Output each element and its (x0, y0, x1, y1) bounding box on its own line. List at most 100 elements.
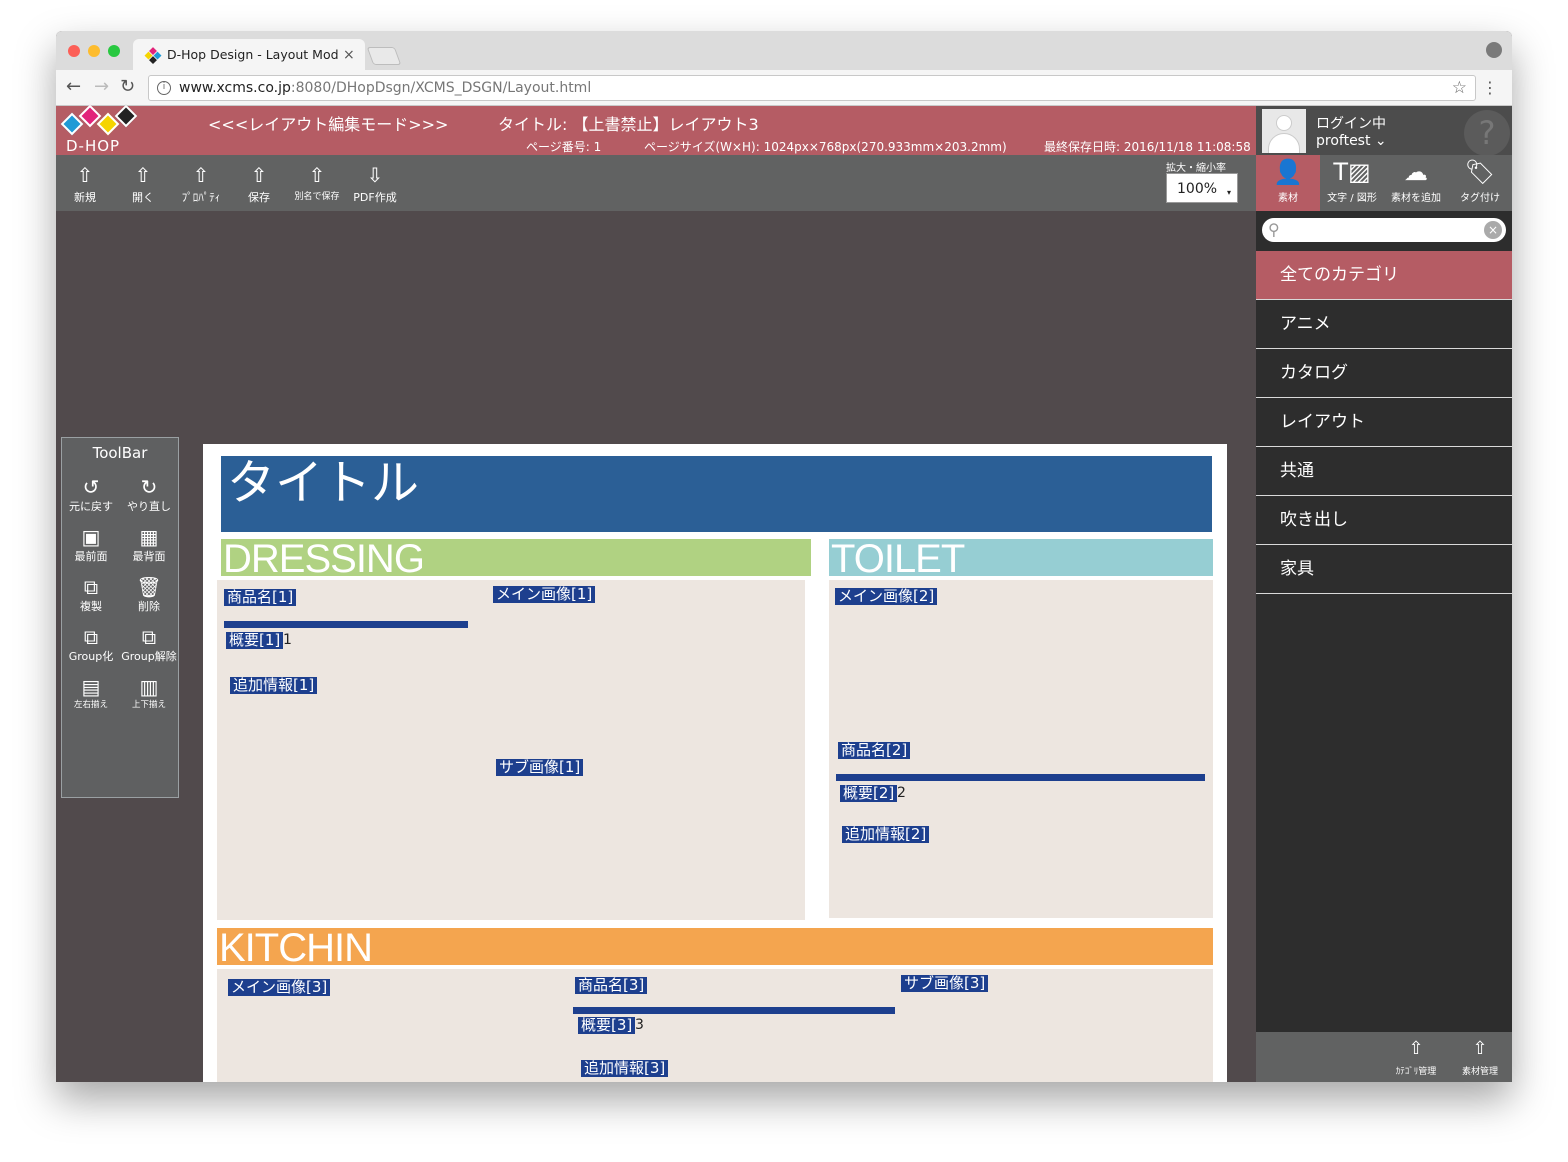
category-speech-bubble[interactable]: 吹き出し (1256, 496, 1512, 545)
layout-page[interactable]: タイトル DRESSING 商品名[1] 概要[1] 1 追加情報[1] メイン… (203, 444, 1227, 1082)
toilet-product-name[interactable]: 商品名[2] (838, 742, 911, 759)
dressing-extra-info[interactable]: 追加情報[1] (230, 677, 318, 694)
browser-tab[interactable]: D-Hop Design - Layout Mode × (133, 39, 365, 70)
last-saved: 最終保存日時: 2016/11/18 11:08:58 (1044, 140, 1251, 154)
redo-button[interactable]: ↻ やり直し (120, 476, 178, 514)
new-button[interactable]: ⇧ 新規 (56, 165, 114, 205)
minimize-window-button[interactable] (88, 45, 100, 57)
upload-arrow-icon: ⇧ (250, 163, 268, 187)
dressing-body[interactable]: 商品名[1] 概要[1] 1 追加情報[1] メイン画像[1] サブ画像[1] (217, 580, 805, 920)
upload-arrow-icon: ⇧ (76, 163, 94, 187)
user-menu[interactable]: proftest ⌄ (1316, 133, 1387, 149)
category-manage-button[interactable]: ⇧ ｶﾃｺﾞﾘ管理 (1386, 1038, 1446, 1077)
toilet-extra-info[interactable]: 追加情報[2] (842, 826, 930, 843)
browser-tab-strip: D-Hop Design - Layout Mode × (56, 31, 1512, 70)
kitchin-divider-bar[interactable] (573, 1007, 895, 1014)
upload-arrow-icon: ⇧ (1408, 1038, 1424, 1059)
send-to-back-button[interactable]: ▦ 最背面 (120, 526, 178, 564)
browser-menu-icon[interactable]: ⋮ (1482, 78, 1498, 97)
tab-close-icon[interactable]: × (343, 47, 355, 63)
asset-search-input[interactable]: ⚲ × (1262, 218, 1506, 242)
send-back-icon: ▦ (139, 525, 159, 549)
undo-icon: ↺ (82, 475, 100, 499)
kitchin-heading[interactable]: KITCHIN (217, 928, 1213, 968)
kitchin-summary[interactable]: 概要[3] (578, 1017, 636, 1034)
close-window-button[interactable] (68, 45, 80, 57)
kitchin-main-image[interactable]: メイン画像[3] (228, 979, 331, 996)
avatar (1262, 109, 1306, 153)
create-pdf-button[interactable]: ⇩ PDF作成 (346, 165, 404, 205)
category-all[interactable]: 全てのカテゴリ (1256, 251, 1512, 300)
download-arrow-icon: ⇩ (366, 163, 384, 187)
kitchin-sub-image[interactable]: サブ画像[3] (901, 975, 989, 992)
bring-to-front-button[interactable]: ▣ 最前面 (62, 526, 120, 564)
tab-text-shapes[interactable]: T▨ 文字 / 図形 (1320, 155, 1384, 211)
toilet-body[interactable]: メイン画像[2] 商品名[2] 概要[2] 2 追加情報[2] (829, 580, 1213, 918)
maximize-window-button[interactable] (108, 45, 120, 57)
url-path: :8080/DHopDsgn/XCMS_DSGN/Layout.html (290, 80, 592, 96)
chevron-down-icon: ▾ (1226, 188, 1231, 197)
site-info-icon[interactable]: i (157, 81, 171, 95)
ungroup-icon: ⧉ (141, 625, 157, 649)
redo-icon: ↻ (140, 475, 158, 499)
align-top-icon: ▥ (139, 675, 159, 699)
category-catalog[interactable]: カタログ (1256, 349, 1512, 398)
properties-button[interactable]: ⇧ ﾌﾟﾛﾊﾟﾃｨ (172, 165, 230, 205)
title-block[interactable]: タイトル (221, 456, 1212, 532)
duplicate-icon: ⧉ (83, 575, 99, 599)
ungroup-button[interactable]: ⧉ Group解除 (120, 626, 178, 664)
main-toolbar: ⇧ 新規 ⇧ 開く ⇧ ﾌﾟﾛﾊﾟﾃｨ ⇧ 保存 ⇧ 別名で保存 ⇩ PDF作成 (56, 155, 1256, 211)
category-layout[interactable]: レイアウト (1256, 398, 1512, 447)
dressing-product-name[interactable]: 商品名[1] (224, 589, 297, 606)
reload-icon[interactable]: ↻ (120, 76, 135, 97)
undo-button[interactable]: ↺ 元に戻す (62, 476, 120, 514)
trash-icon: 🗑 (136, 575, 162, 599)
save-as-button[interactable]: ⇧ 別名で保存 (288, 165, 346, 202)
tab-add-asset[interactable]: ☁ 素材を追加 (1384, 155, 1448, 211)
url-input[interactable]: i www.xcms.co.jp:8080/DHopDsgn/XCMS_DSGN… (148, 75, 1476, 101)
help-icon[interactable]: ? (1464, 110, 1510, 156)
floating-toolbar[interactable]: ToolBar ↺ 元に戻す ↻ やり直し ▣ 最前面 ▦ 最背面 ⧉ 複製 🗑… (61, 437, 179, 798)
clear-search-icon[interactable]: × (1484, 221, 1502, 239)
category-common[interactable]: 共通 (1256, 447, 1512, 496)
tab-tagging[interactable]: 🏷 タグ付け (1448, 155, 1512, 211)
upload-arrow-icon: ⇧ (192, 163, 210, 187)
search-icon: ⚲ (1268, 220, 1280, 239)
align-horizontal-button[interactable]: ▤ 左右揃え (62, 676, 120, 710)
bring-front-icon: ▣ (81, 525, 101, 549)
back-arrow-icon[interactable]: ← (66, 76, 81, 97)
align-vertical-button[interactable]: ▥ 上下揃え (120, 676, 178, 710)
browser-profile-icon[interactable] (1486, 42, 1502, 58)
toilet-summary[interactable]: 概要[2] (840, 785, 898, 802)
login-state: ログイン中 (1316, 116, 1386, 132)
forward-arrow-icon[interactable]: → (94, 76, 109, 97)
new-tab-button[interactable] (366, 47, 402, 65)
kitchin-body[interactable]: メイン画像[3] 商品名[3] 概要[3] 3 追加情報[3] サブ画像[3] (217, 969, 1213, 1082)
dressing-divider-bar[interactable] (224, 621, 468, 628)
save-button[interactable]: ⇧ 保存 (230, 165, 288, 205)
category-anime[interactable]: アニメ (1256, 300, 1512, 349)
toilet-divider-bar[interactable] (836, 774, 1205, 781)
kitchin-extra-info[interactable]: 追加情報[3] (581, 1060, 669, 1077)
dressing-main-image[interactable]: メイン画像[1] (493, 586, 596, 603)
delete-button[interactable]: 🗑 削除 (120, 576, 178, 614)
dressing-heading[interactable]: DRESSING (221, 539, 811, 579)
zoom-select[interactable]: 100% ▾ (1166, 173, 1238, 203)
dressing-summary-trail: 1 (283, 632, 292, 648)
open-button[interactable]: ⇧ 開く (114, 165, 172, 205)
dhop-logo: D-HOP (58, 104, 142, 155)
toilet-main-image[interactable]: メイン画像[2] (835, 588, 938, 605)
design-canvas[interactable]: ToolBar ↺ 元に戻す ↻ やり直し ▣ 最前面 ▦ 最背面 ⧉ 複製 🗑… (56, 211, 1256, 1082)
bookmark-star-icon[interactable]: ☆ (1452, 78, 1467, 98)
tab-assets[interactable]: 👤 素材 (1256, 155, 1320, 211)
group-button[interactable]: ⧉ Group化 (62, 626, 120, 664)
duplicate-button[interactable]: ⧉ 複製 (62, 576, 120, 614)
zoom-label: 拡大・縮小率 (1166, 163, 1226, 174)
category-furniture[interactable]: 家具 (1256, 545, 1512, 594)
dhop-favicon-icon (144, 45, 162, 63)
dressing-summary[interactable]: 概要[1] (226, 632, 284, 649)
dressing-sub-image[interactable]: サブ画像[1] (496, 759, 584, 776)
kitchin-product-name[interactable]: 商品名[3] (575, 977, 648, 994)
toilet-heading[interactable]: TOILET (829, 539, 1213, 579)
asset-manage-button[interactable]: ⇧ 素材管理 (1450, 1038, 1510, 1077)
